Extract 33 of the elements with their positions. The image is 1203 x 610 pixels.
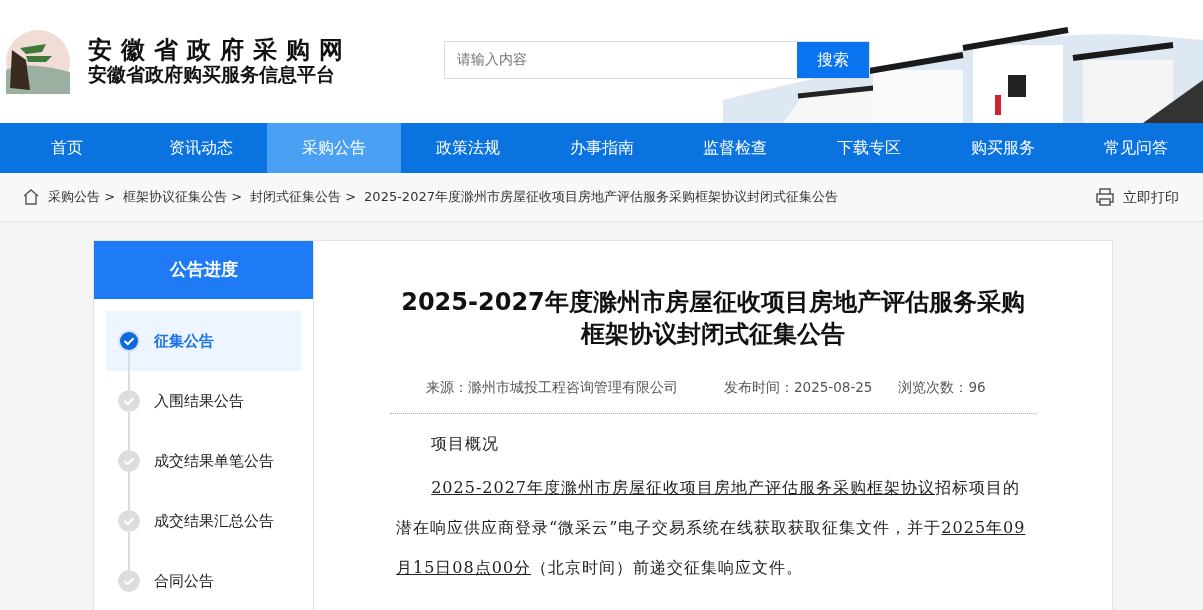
logo-icon xyxy=(6,29,70,94)
progress-step[interactable]: 征集公告 xyxy=(154,329,214,353)
breadcrumb-link[interactable]: 框架协议征集公告 > xyxy=(123,187,243,207)
source-text: 来源：滁州市城投工程咨询管理有限公司 xyxy=(426,377,678,397)
print-link[interactable]: 立即打印 xyxy=(1123,186,1179,208)
nav-tab[interactable]: 常见问答 xyxy=(1069,123,1203,173)
breadcrumb-link[interactable]: 采购公告 > xyxy=(48,187,116,207)
nav-tab[interactable]: 采购公告 xyxy=(267,123,401,173)
nav-tab[interactable]: 监督检查 xyxy=(668,123,803,173)
section-heading: 项目概况 xyxy=(430,433,501,456)
nav-tab[interactable]: 购买服务 xyxy=(935,123,1070,173)
printer-icon xyxy=(1095,187,1115,207)
nav-tab[interactable]: 下载专区 xyxy=(802,123,936,173)
nav-tab[interactable]: 办事指南 xyxy=(534,123,669,173)
progress-step[interactable]: 成交结果汇总公告 xyxy=(154,509,274,533)
search-button[interactable]: 搜索 xyxy=(797,41,869,78)
nav-tab[interactable]: 政策法规 xyxy=(401,123,535,173)
view-count: 浏览次数：96 xyxy=(898,377,986,397)
publish-date: 发布时间：2025-08-25 xyxy=(724,377,873,397)
search-field[interactable]: 请输入内容 搜索 xyxy=(444,40,870,79)
site-title: 安徽省政府采购网 xyxy=(88,36,352,64)
progress-step[interactable]: 入围结果公告 xyxy=(154,389,244,413)
sidebar-title: 公告进度 xyxy=(94,241,313,299)
breadcrumb-link[interactable]: 封闭式征集公告 > xyxy=(250,187,357,207)
progress-step[interactable]: 成交结果单笔公告 xyxy=(154,449,274,473)
nav-tab[interactable]: 首页 xyxy=(0,123,134,173)
home-icon xyxy=(22,188,40,206)
site-subtitle: 安徽省政府购买服务信息平台 xyxy=(88,63,336,87)
paragraph: 2025-2027年度滁州市房屋征收项目房地产评估服务采购框架协议招标项目的潜在响应供应商登录“微采云”电子交易系统在线获取获取征集文件，并于2025年09月15日08点00分（北京时间）前递交征集响应文件。 xyxy=(396,477,1027,580)
nav-tab[interactable]: 资讯动态 xyxy=(133,123,268,173)
breadcrumb-current[interactable]: 2025-2027年度滁州市房屋征收项目房地产评估服务采购框架协议封闭式征集公告 xyxy=(364,187,838,207)
article-title: 2025-2027年度滁州市房屋征收项目房地产评估服务采购框架协议封闭式征集公告 xyxy=(400,287,1026,351)
progress-step[interactable]: 合同公告 xyxy=(154,569,214,593)
